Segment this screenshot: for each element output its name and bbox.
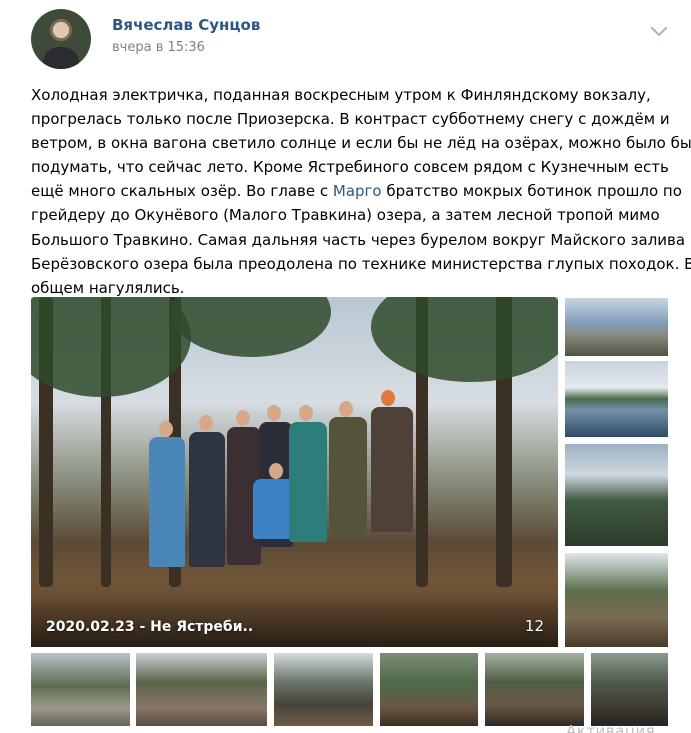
post-text-line: подумать, что сейчас лето. Кроме Ястреби… xyxy=(31,158,669,177)
post-header: Вячеслав Сунцов вчера в 15:36 xyxy=(0,0,691,80)
hiker-head xyxy=(236,410,250,426)
post-text-fragment: ещё много скальных озёр. Во главе с xyxy=(31,182,333,201)
author-name[interactable]: Вячеслав Сунцов xyxy=(112,16,260,34)
mention-link[interactable]: Марго xyxy=(333,182,382,200)
photo-thumbnail[interactable] xyxy=(274,653,373,726)
album-caption[interactable]: 2020.02.23 - Не Ястреби.. xyxy=(46,619,253,635)
hiker-head xyxy=(269,463,283,479)
hiker xyxy=(189,432,225,567)
post-text: Холодная электричка, поданная воскресным… xyxy=(31,83,691,300)
post-text-fragment: братство мокрых ботинок прошло по xyxy=(381,182,682,201)
post-text-line-with-mention: ещё много скальных озёр. Во главе с Марг… xyxy=(31,179,682,203)
photo-thumbnail[interactable] xyxy=(485,653,584,726)
post-text-line: Холодная электричка, поданная воскресным… xyxy=(31,86,651,104)
hiker-head xyxy=(381,390,395,406)
hiker-head xyxy=(267,405,281,421)
hiker xyxy=(371,407,413,532)
tree-canopy xyxy=(31,297,191,397)
post-text-line: грейдеру до Окунёвого (Малого Травкина) … xyxy=(31,206,660,225)
hiker-head xyxy=(299,405,313,421)
post-text-line: прогрелась только после Приозерска. В ко… xyxy=(31,110,670,129)
avatar[interactable] xyxy=(31,9,91,69)
hiker-head xyxy=(339,401,353,417)
hiker-head xyxy=(199,415,213,431)
chevron-down-icon[interactable] xyxy=(651,22,667,36)
activation-watermark: Активация xyxy=(566,722,656,733)
photo-thumbnail[interactable] xyxy=(591,653,668,726)
photo-thumbnail[interactable] xyxy=(380,653,478,726)
photo-thumbnail[interactable] xyxy=(565,298,668,356)
photo-count: 12 xyxy=(524,617,544,635)
photo-thumbnail[interactable] xyxy=(565,553,668,647)
avatar-figure xyxy=(43,47,79,69)
post-text-line: Берёзовского озера была преодолена по те… xyxy=(31,254,691,273)
hiker xyxy=(329,417,367,537)
hiker xyxy=(149,437,185,567)
photo-thumbnail[interactable] xyxy=(565,361,668,437)
photo-thumbnail[interactable] xyxy=(565,444,668,546)
hiker-head xyxy=(159,421,173,437)
post-text-line: ветром, в окна вагона светило солнце и е… xyxy=(31,134,691,153)
tree-canopy xyxy=(371,297,558,382)
hiker xyxy=(289,422,327,542)
main-photo[interactable]: 2020.02.23 - Не Ястреби.. 12 xyxy=(31,297,558,647)
photo-thumbnail[interactable] xyxy=(136,653,267,726)
post-time[interactable]: вчера в 15:36 xyxy=(112,40,205,55)
post-text-line: Большого Травкино. Самая дальняя часть ч… xyxy=(31,230,686,249)
photo-thumbnail[interactable] xyxy=(31,653,130,726)
tree-canopy xyxy=(171,297,331,357)
